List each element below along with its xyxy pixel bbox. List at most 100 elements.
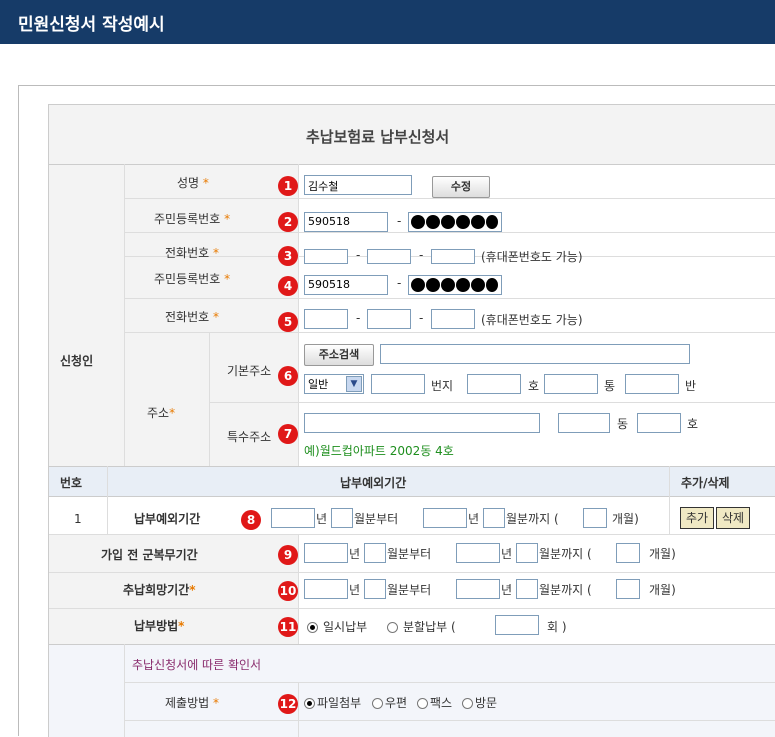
divider: [124, 644, 125, 737]
unit-month-from: 월분부터: [387, 547, 432, 561]
month-from-input[interactable]: [364, 579, 386, 599]
divider: [48, 104, 49, 737]
mask-dot: [426, 215, 440, 229]
marker-2: 2: [278, 212, 298, 232]
applicant-section-label: 신청인: [60, 354, 94, 368]
unit-year: 년: [501, 583, 513, 597]
mask-dot: [471, 278, 485, 292]
mask-dot: [456, 278, 470, 292]
unit-month-to: 월분까지 (: [539, 583, 592, 597]
add-button[interactable]: 추가: [680, 507, 714, 529]
col-exclusion-period: 납부예외기간: [340, 476, 407, 490]
unit-month-to: 월분까지 (: [539, 547, 592, 561]
payment-installment-radio[interactable]: [387, 622, 398, 633]
name-input[interactable]: 김수철: [304, 175, 412, 195]
unit-months: 개월): [649, 583, 676, 597]
address-label: 주소*: [147, 406, 176, 420]
phone-1-input[interactable]: [304, 249, 348, 264]
phone-2-input[interactable]: [367, 309, 411, 329]
divider: [48, 644, 775, 645]
year-to-input[interactable]: [423, 508, 467, 528]
tong-input[interactable]: [544, 374, 598, 394]
marker-9: 9: [278, 545, 298, 565]
dash: -: [419, 248, 424, 262]
confirmation-text: 추납신청서에 따른 확인서: [132, 658, 262, 672]
submit-file-radio[interactable]: [304, 698, 315, 709]
rrn-back-input[interactable]: [408, 275, 502, 295]
payment-lump-label: 일시납부: [323, 620, 368, 634]
phone-3-input[interactable]: [431, 309, 475, 329]
row-number: 1: [74, 512, 82, 526]
dash: -: [397, 214, 402, 228]
month-from-input[interactable]: [364, 543, 386, 563]
divider: [124, 720, 775, 721]
months-input[interactable]: [583, 508, 607, 528]
divider: [298, 682, 299, 737]
marker-3: 3: [278, 246, 298, 266]
mask-dot: [456, 215, 470, 229]
address-type-select[interactable]: 일반 ▼: [304, 374, 364, 394]
unit-times: 회 ): [547, 620, 567, 634]
unit-month-to: 월분까지 (: [506, 512, 559, 526]
month-to-input[interactable]: [516, 543, 538, 563]
marker-4: 4: [278, 276, 298, 296]
address-search-button[interactable]: 주소검색: [304, 344, 374, 366]
month-to-input[interactable]: [483, 508, 505, 528]
phone-3-input[interactable]: [431, 249, 475, 264]
unit-tong: 통: [604, 379, 616, 393]
submit-post-label: 우편: [385, 696, 408, 710]
phone-2-input[interactable]: [367, 249, 411, 264]
basic-address-label: 기본주소: [227, 364, 272, 378]
ban-input[interactable]: [625, 374, 679, 394]
months-input[interactable]: [616, 543, 640, 563]
unit-year: 년: [468, 512, 480, 526]
rrn-back-input[interactable]: [408, 212, 502, 232]
rrn-front-input[interactable]: 590518: [304, 212, 388, 232]
edit-button[interactable]: 수정: [432, 176, 490, 198]
divider: [298, 164, 299, 466]
submit-visit-radio[interactable]: [462, 698, 473, 709]
divider: [669, 466, 670, 534]
delete-button[interactable]: 삭제: [716, 507, 750, 529]
basic-address-input[interactable]: [380, 344, 690, 364]
divider: [48, 572, 775, 573]
divider: [124, 164, 125, 466]
dash: -: [356, 248, 361, 262]
year-to-input[interactable]: [456, 543, 500, 563]
submit-post-radio[interactable]: [372, 698, 383, 709]
divider: [124, 298, 775, 299]
special-ho-input[interactable]: [637, 413, 681, 433]
special-address-input[interactable]: [304, 413, 540, 433]
installment-count-input[interactable]: [495, 615, 539, 635]
month-from-input[interactable]: [331, 508, 353, 528]
year-from-input[interactable]: [304, 543, 348, 563]
special-address-example: 예)월드컵아파트 2002동 4호: [304, 444, 454, 458]
dong-input[interactable]: [558, 413, 610, 433]
year-to-input[interactable]: [456, 579, 500, 599]
marker-10: 10: [278, 581, 298, 601]
dash: -: [356, 311, 361, 325]
unit-ho: 호: [687, 417, 699, 431]
rrn-front-input[interactable]: 590518: [304, 275, 388, 295]
submit-visit-label: 방문: [475, 696, 498, 710]
payment-method-label: 납부방법*: [134, 619, 185, 633]
unit-ho: 호: [528, 379, 540, 393]
phone-1-input[interactable]: [304, 309, 348, 329]
divider: [298, 534, 299, 644]
ho-input[interactable]: [467, 374, 521, 394]
mask-dot: [441, 278, 455, 292]
submit-fax-radio[interactable]: [417, 698, 428, 709]
unit-beonji: 번지: [431, 379, 454, 393]
month-to-input[interactable]: [516, 579, 538, 599]
months-input[interactable]: [616, 579, 640, 599]
unit-month-from: 월분부터: [354, 512, 399, 526]
year-from-input[interactable]: [304, 579, 348, 599]
period-header-bg: [48, 466, 775, 496]
divider: [48, 608, 775, 609]
beonji-input[interactable]: [371, 374, 425, 394]
col-number: 번호: [60, 476, 83, 490]
phone-label: 전화번호 *: [165, 246, 219, 260]
year-from-input[interactable]: [271, 508, 315, 528]
payment-lump-radio[interactable]: [307, 622, 318, 633]
divider: [124, 682, 775, 683]
